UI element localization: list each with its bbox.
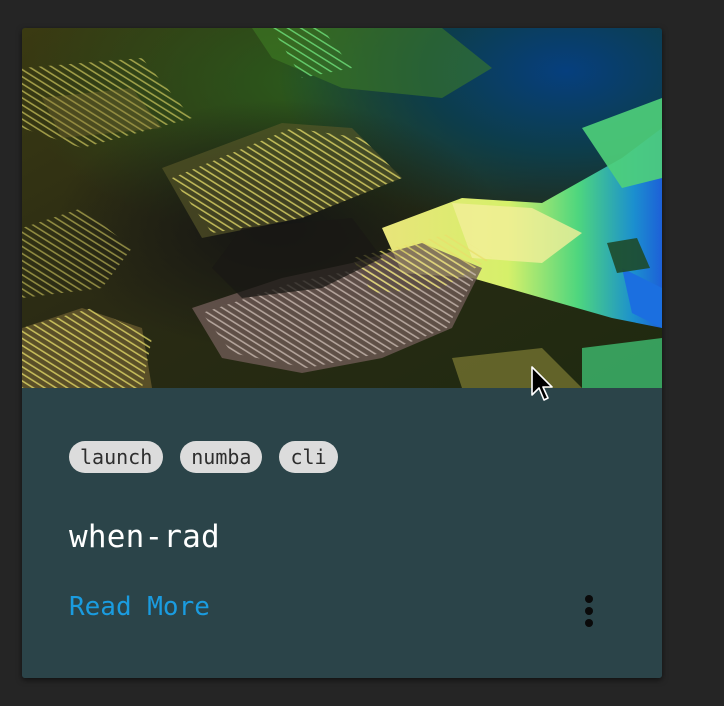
card-content: launch numba cli when-rad Read More — [22, 388, 662, 678]
tag-chip-numba[interactable]: numba — [180, 441, 263, 473]
terrain-image — [22, 28, 662, 388]
project-card: launch numba cli when-rad Read More — [22, 28, 662, 678]
tag-list: launch numba cli — [69, 441, 338, 473]
mouse-pointer-icon — [531, 366, 553, 401]
read-more-link[interactable]: Read More — [69, 592, 210, 622]
card-title: when-rad — [69, 519, 220, 555]
tag-chip-cli[interactable]: cli — [279, 441, 338, 473]
tag-chip-launch[interactable]: launch — [69, 441, 164, 473]
more-options-button[interactable] — [575, 593, 603, 633]
